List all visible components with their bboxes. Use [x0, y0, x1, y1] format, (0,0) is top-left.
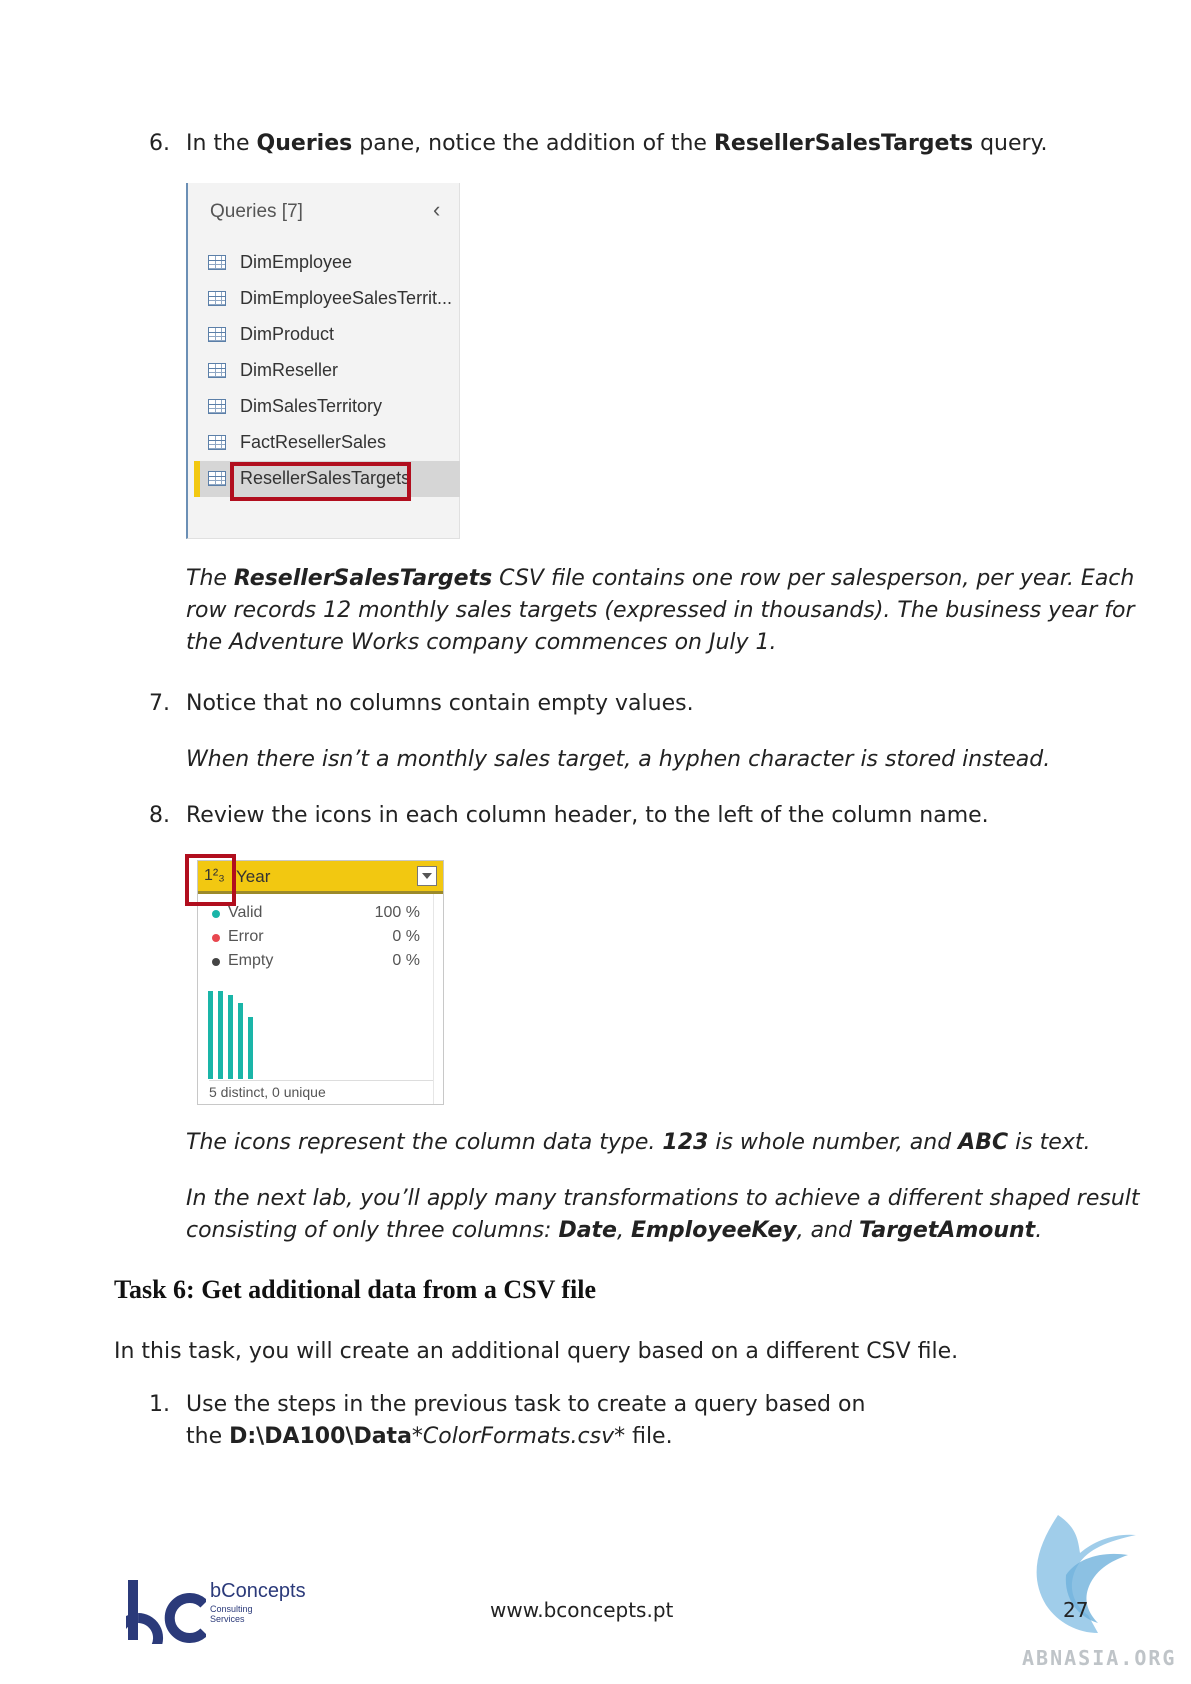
intro-paragraph: In this task, you will create an additio…: [114, 1339, 959, 1364]
table-icon: [208, 435, 226, 450]
text-run: In the: [186, 131, 257, 156]
bold-run: ResellerSalesTargets: [713, 131, 974, 156]
column-profile-screenshot: 1²₃ Year Valid 100 % Error 0 % Empty 0 %…: [185, 854, 444, 1105]
query-item[interactable]: DimReseller: [204, 355, 456, 387]
table-icon: [208, 471, 226, 486]
text-run: ,: [616, 1218, 631, 1243]
histogram-bar: [248, 1017, 253, 1079]
queries-pane-screenshot: Queries [7] ‹ DimEmployee DimEmployeeSal…: [186, 183, 460, 539]
bold-run: 123: [662, 1130, 709, 1155]
step6-text: In the Queries pane, notice the addition…: [186, 128, 1047, 160]
table-icon: [208, 327, 226, 342]
query-item[interactable]: DimProduct: [204, 319, 456, 351]
column-name: Year: [236, 867, 271, 886]
italic-run: *ColorFormats.csv: [411, 1424, 615, 1449]
text-run: the: [186, 1424, 230, 1449]
note-line: In the next lab, you’ll apply many trans…: [186, 1186, 1140, 1211]
query-label: DimProduct: [240, 324, 335, 344]
table-icon: [208, 399, 226, 414]
stat-value: 0 %: [392, 952, 420, 969]
histogram-bar: [208, 991, 213, 1079]
step-number: 6.: [149, 131, 170, 156]
query-label: DimEmployeeSalesTerrit...: [240, 288, 453, 308]
text-run: is whole number, and: [708, 1130, 959, 1155]
text-run: CSV file contains one row per salesperso…: [492, 566, 1135, 591]
text-run: The icons represent the column data type…: [186, 1130, 663, 1155]
column-quality-panel: Valid 100 % Error 0 % Empty 0 % 5 distin…: [198, 894, 434, 1104]
query-label: DimReseller: [240, 360, 339, 380]
note-line: the Adventure Works company commences on…: [186, 630, 777, 655]
watermark-emblem-icon: [1036, 1515, 1136, 1633]
bconcepts-logo-icon: [126, 1580, 206, 1644]
stat-label: Empty: [228, 952, 274, 969]
section-heading: Task 6: Get additional data from a CSV f…: [114, 1275, 597, 1304]
histogram-bar: [218, 991, 223, 1079]
stat-empty: Empty 0 %: [210, 950, 430, 974]
stat-valid: Valid 100 %: [210, 902, 430, 926]
step-number: 1.: [149, 1392, 170, 1417]
note-line: When there isn’t a monthly sales target,…: [186, 747, 1051, 772]
brand-name: bConcepts: [210, 1580, 306, 1602]
text-run: pane, notice the addition of the: [352, 131, 714, 156]
step7-text: Notice that no columns contain empty val…: [186, 691, 694, 716]
query-item[interactable]: DimEmployeeSalesTerrit...: [204, 283, 456, 315]
column-dropdown-button[interactable]: [417, 866, 437, 886]
table-icon: [208, 255, 226, 270]
distinct-count: 5 distinct, 0 unique: [209, 1080, 433, 1100]
highlight-box: [230, 462, 411, 501]
note-line: row records 12 monthly sales targets (ex…: [186, 598, 1135, 623]
histogram-bar: [238, 1003, 243, 1079]
brand-subtitle: Consulting: [210, 1604, 253, 1614]
bold-run: EmployeeKey: [630, 1218, 797, 1243]
watermark-text: ABNASIA.ORG: [1022, 1646, 1177, 1670]
query-label: DimEmployee: [240, 252, 353, 272]
bold-run: ResellerSalesTargets: [233, 566, 493, 591]
bold-run: Queries: [256, 131, 353, 156]
query-item[interactable]: DimSalesTerritory: [204, 391, 456, 423]
query-item[interactable]: FactResellerSales: [204, 427, 456, 459]
footer-url: www.bconcepts.pt: [490, 1598, 674, 1622]
bold-run: TargetAmount: [859, 1218, 1036, 1243]
bold-run: Date: [558, 1218, 617, 1243]
query-item[interactable]: DimEmployee: [204, 247, 456, 279]
stat-label: Valid: [228, 904, 263, 921]
note-paragraph: The ResellerSalesTargets CSV file contai…: [186, 563, 1134, 595]
stat-label: Error: [228, 928, 264, 945]
bold-run: D:\DA100\Data: [229, 1424, 412, 1449]
text-run: is text.: [1008, 1130, 1091, 1155]
valid-dot-icon: [212, 910, 220, 918]
text-run: , and: [796, 1218, 860, 1243]
text-run: * file.: [614, 1424, 673, 1449]
query-label: FactResellerSales: [240, 432, 387, 452]
text-run: .: [1035, 1218, 1043, 1243]
step-number: 7.: [149, 691, 170, 716]
table-icon: [208, 363, 226, 378]
bold-run: ABC: [958, 1130, 1009, 1155]
highlight-box: [185, 854, 236, 906]
step8-text: Review the icons in each column header, …: [186, 803, 989, 828]
text-run: query.: [973, 131, 1048, 156]
histogram-bar: [228, 995, 233, 1079]
text-run: The: [186, 566, 234, 591]
table-icon: [208, 291, 226, 306]
step-number: 8.: [149, 803, 170, 828]
stat-value: 100 %: [374, 904, 420, 921]
empty-dot-icon: [212, 958, 220, 966]
collapse-chevron-icon[interactable]: ‹: [433, 197, 440, 223]
stat-error: Error 0 %: [210, 926, 430, 950]
text-run: consisting of only three columns:: [186, 1218, 559, 1243]
note-paragraph: The icons represent the column data type…: [186, 1127, 1091, 1159]
query-label: DimSalesTerritory: [240, 396, 383, 416]
step1-text: Use the steps in the previous task to cr…: [186, 1392, 866, 1417]
stat-value: 0 %: [392, 928, 420, 945]
error-dot-icon: [212, 934, 220, 942]
step1-text: the D:\DA100\Data*ColorFormats.csv* file…: [186, 1421, 673, 1453]
brand-subtitle: Services: [210, 1614, 245, 1624]
page-number: 27: [1063, 1598, 1089, 1622]
note-paragraph: consisting of only three columns: Date , …: [186, 1215, 1042, 1247]
queries-title: Queries [7]: [210, 201, 303, 222]
value-distribution-histogram: [208, 991, 253, 1079]
